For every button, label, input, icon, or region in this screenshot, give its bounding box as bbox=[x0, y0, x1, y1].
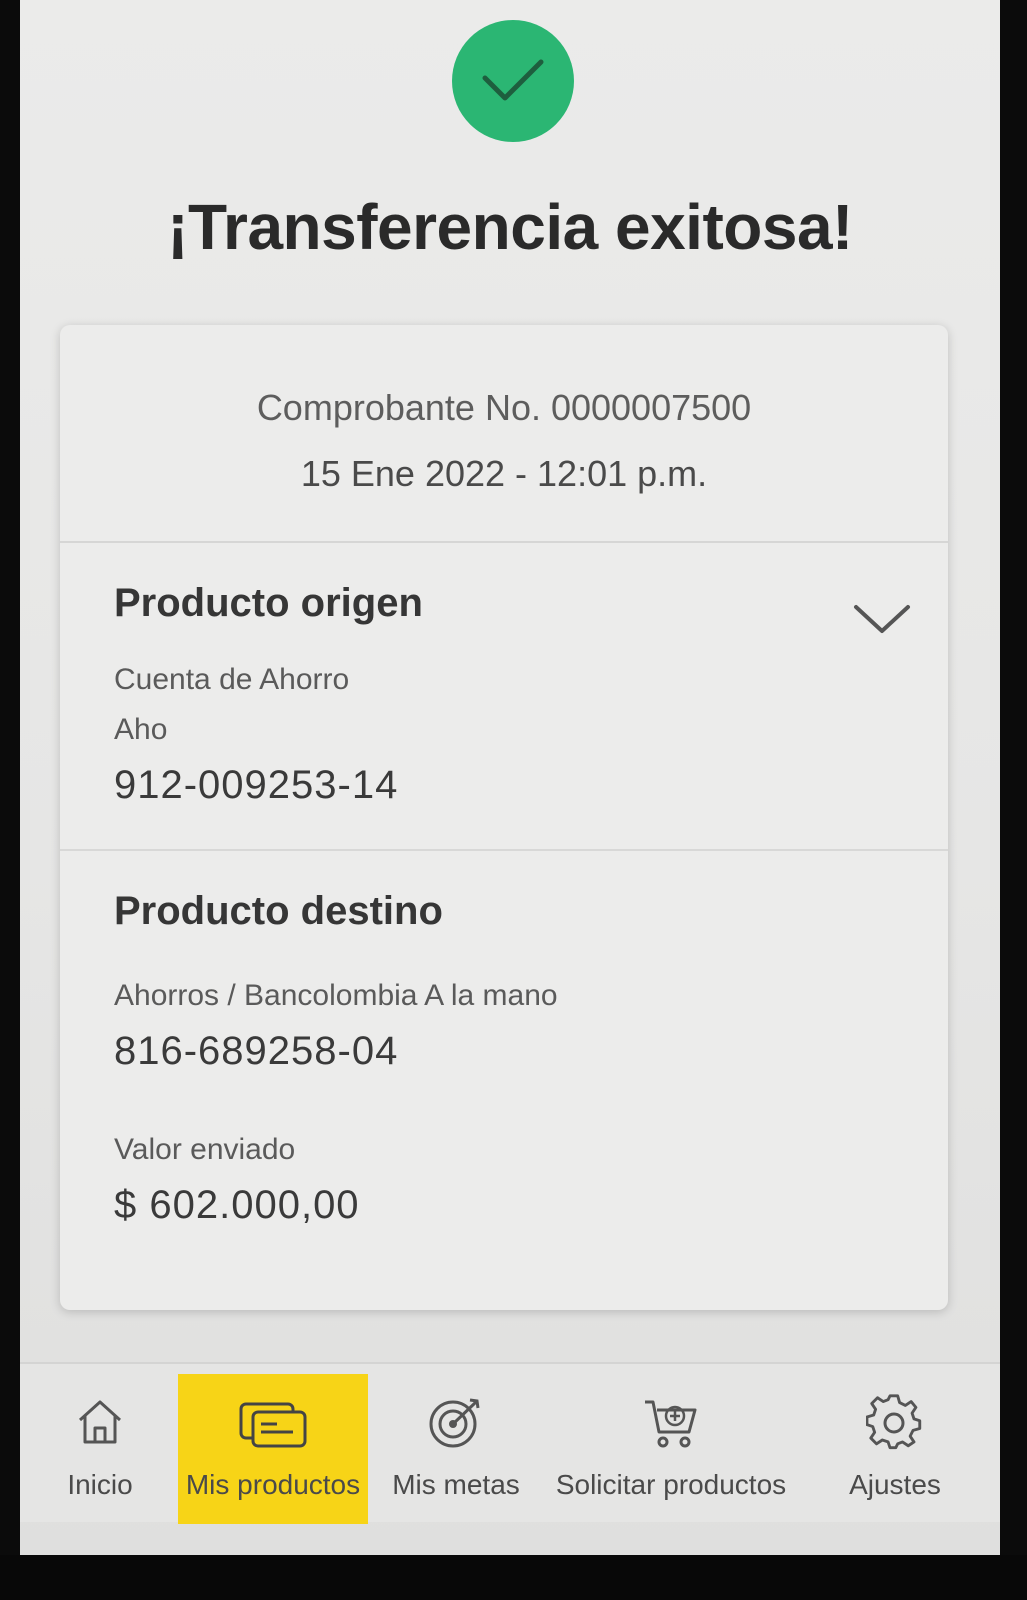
transfer-receipt-card: Comprobante No. 0000007500 15 Ene 2022 -… bbox=[60, 325, 948, 1310]
origin-account-alias: Aho bbox=[114, 713, 168, 746]
tab-inicio[interactable]: Inicio bbox=[30, 1374, 170, 1524]
tab-label: Mis productos bbox=[185, 1469, 361, 1500]
page-title: ¡Transferencia exitosa! bbox=[167, 191, 853, 263]
transfer-success-screen: ¡Transferencia exitosa! Comprobante No. … bbox=[20, 0, 1000, 1555]
origin-product-section[interactable]: Producto origen Cuenta de Ahorro Aho 912… bbox=[60, 543, 948, 851]
origin-account-type: Cuenta de Ahorro bbox=[114, 663, 350, 696]
destination-account-number: 816-689258-04 bbox=[114, 1029, 399, 1073]
origin-account-number: 912-009253-14 bbox=[114, 763, 399, 807]
amount-value: $ 602.000,00 bbox=[114, 1183, 360, 1227]
bottom-tab-bar: Inicio Mis productos Mis metas Solicitar… bbox=[20, 1362, 1000, 1524]
tab-label: Inicio bbox=[67, 1469, 133, 1500]
destination-heading: Producto destino bbox=[114, 889, 443, 933]
cards-icon bbox=[239, 1402, 307, 1448]
cart-plus-icon bbox=[645, 1400, 697, 1448]
chevron-down-icon[interactable] bbox=[852, 599, 912, 639]
destination-account-description: Ahorros / Bancolombia A la mano bbox=[114, 979, 558, 1012]
tab-label: Solicitar productos bbox=[555, 1469, 787, 1500]
receipt-number: Comprobante No. 0000007500 bbox=[256, 387, 752, 428]
tab-label: Mis metas bbox=[392, 1469, 520, 1500]
amount-label: Valor enviado bbox=[114, 1133, 296, 1166]
success-badge bbox=[452, 20, 574, 142]
tab-label: Ajustes bbox=[849, 1469, 941, 1500]
tab-mis-metas[interactable]: Mis metas bbox=[376, 1374, 536, 1524]
tab-ajustes[interactable]: Ajustes bbox=[820, 1374, 970, 1524]
gear-icon bbox=[866, 1394, 922, 1450]
destination-product-section: Producto destino Ahorros / Bancolombia A… bbox=[60, 851, 948, 1310]
target-icon bbox=[429, 1398, 480, 1448]
tab-solicitar-productos[interactable]: Solicitar productos bbox=[546, 1374, 796, 1524]
check-icon bbox=[482, 59, 544, 101]
receipt-summary: Comprobante No. 0000007500 15 Ene 2022 -… bbox=[60, 325, 948, 543]
origin-heading: Producto origen bbox=[114, 581, 423, 625]
home-icon bbox=[78, 1400, 122, 1444]
tab-mis-productos[interactable]: Mis productos bbox=[178, 1374, 368, 1524]
receipt-datetime: 15 Ene 2022 - 12:01 p.m. bbox=[300, 453, 708, 494]
device-bezel bbox=[0, 1555, 1027, 1600]
